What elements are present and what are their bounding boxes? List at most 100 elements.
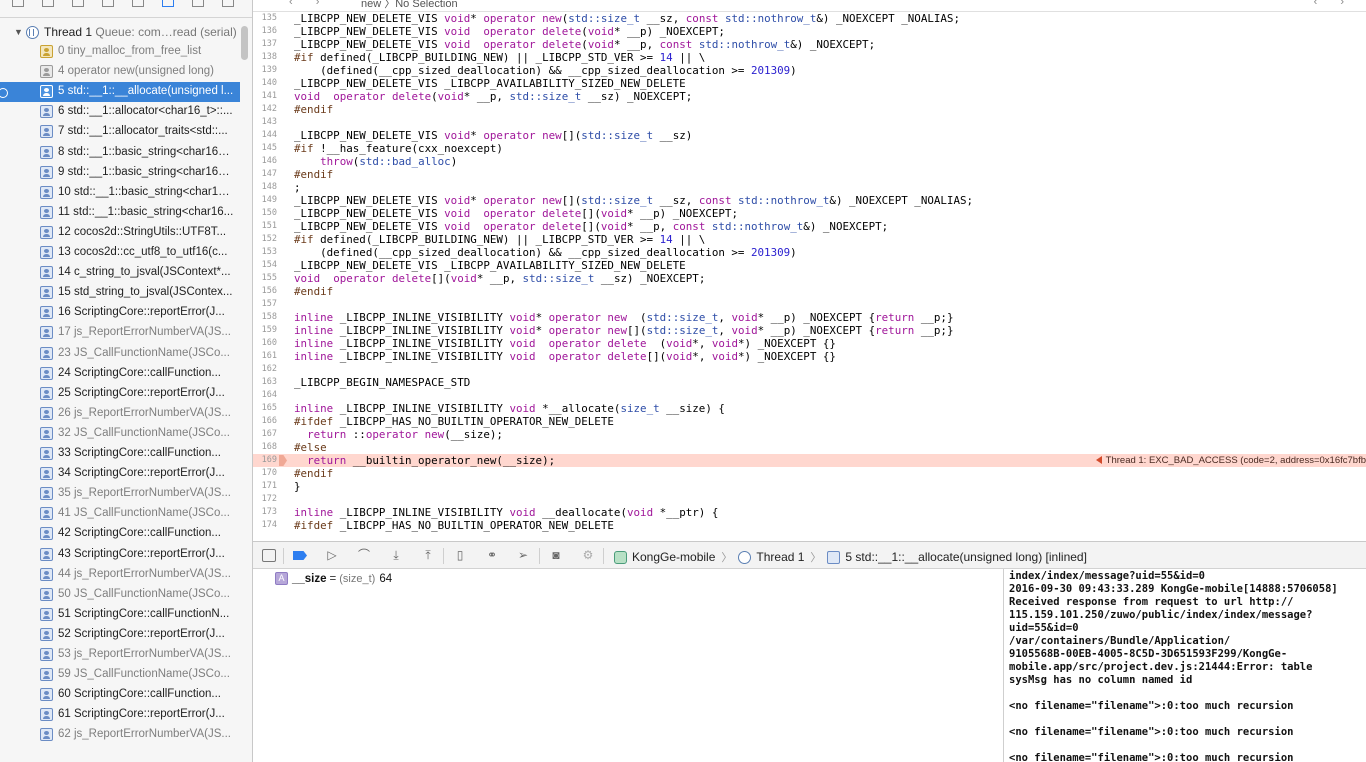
code-line[interactable]: 166 #ifdef _LIBCPP_HAS_NO_BUILTIN_OPERATO… — [253, 415, 1366, 428]
hide-debug-area-icon[interactable] — [261, 548, 277, 563]
line-number[interactable]: 174 — [253, 520, 277, 530]
line-number[interactable]: 145 — [253, 143, 277, 153]
line-number[interactable]: 162 — [253, 364, 277, 374]
code-line[interactable]: 137 _LIBCPP_NEW_DELETE_VIS void operator … — [253, 38, 1366, 51]
stack-frame-row[interactable]: 15 std_string_to_jsval(JSContex... — [0, 283, 240, 303]
code-line[interactable]: 173 inline _LIBCPP_INLINE_VISIBILITY void… — [253, 506, 1366, 519]
code-line[interactable]: 154 _LIBCPP_NEW_DELETE_VIS _LIBCPP_AVAILA… — [253, 259, 1366, 272]
step-into-icon[interactable]: ⤓ — [388, 548, 404, 563]
code-line[interactable]: 160 inline _LIBCPP_INLINE_VISIBILITY void… — [253, 337, 1366, 350]
code-line[interactable]: 163 _LIBCPP_BEGIN_NAMESPACE_STD — [253, 376, 1366, 389]
test-navigator-icon[interactable] — [132, 0, 144, 7]
stack-frame-row[interactable]: 26 js_ReportErrorNumberVA(JS... — [0, 404, 240, 424]
breakpoints-toggle-icon[interactable] — [292, 548, 308, 563]
report-navigator-icon[interactable] — [222, 0, 234, 7]
code-line[interactable]: 172 — [253, 493, 1366, 506]
code-line[interactable]: 140 _LIBCPP_NEW_DELETE_VIS _LIBCPP_AVAILA… — [253, 77, 1366, 90]
disclosure-triangle-icon[interactable]: ▼ — [14, 27, 23, 37]
stack-frame-row[interactable]: 13 cocos2d::cc_utf8_to_utf16(c... — [0, 243, 240, 263]
line-number[interactable]: 137 — [253, 39, 277, 49]
stack-frame-row[interactable]: 44 js_ReportErrorNumberVA(JS... — [0, 565, 240, 585]
line-number[interactable]: 139 — [253, 65, 277, 75]
crumb-app[interactable]: KongGe-mobile — [632, 550, 715, 564]
code-line[interactable]: 149 _LIBCPP_NEW_DELETE_VIS void* operator… — [253, 194, 1366, 207]
code-line[interactable]: 148; — [253, 181, 1366, 194]
source-editor[interactable]: 135 _LIBCPP_NEW_DELETE_VIS void* operator… — [253, 12, 1366, 541]
code-line[interactable]: 143 — [253, 116, 1366, 129]
line-number[interactable]: 164 — [253, 390, 277, 400]
crumb-thread[interactable]: Thread 1 — [756, 550, 804, 564]
code-line[interactable]: 159 inline _LIBCPP_INLINE_VISIBILITY void… — [253, 324, 1366, 337]
stack-frame-row[interactable]: 17 js_ReportErrorNumberVA(JS... — [0, 323, 240, 343]
stack-frame-row[interactable]: 62 js_ReportErrorNumberVA(JS... — [0, 725, 240, 745]
stack-frame-row[interactable]: 35 js_ReportErrorNumberVA(JS... — [0, 484, 240, 504]
stack-frame-row[interactable]: 25 ScriptingCore::reportError(J... — [0, 384, 240, 404]
line-number[interactable]: 154 — [253, 260, 277, 270]
stack-frame-row[interactable]: 4 operator new(unsigned long) — [0, 62, 240, 82]
code-line[interactable]: 165 inline _LIBCPP_INLINE_VISIBILITY void… — [253, 402, 1366, 415]
view-hierarchy-icon[interactable]: ▯ — [452, 548, 468, 563]
line-number[interactable]: 143 — [253, 117, 277, 127]
line-number[interactable]: 170 — [253, 468, 277, 478]
line-number[interactable]: 149 — [253, 195, 277, 205]
code-line[interactable]: 158 inline _LIBCPP_INLINE_VISIBILITY void… — [253, 311, 1366, 324]
line-number[interactable]: 148 — [253, 182, 277, 192]
code-line[interactable]: 161 inline _LIBCPP_INLINE_VISIBILITY void… — [253, 350, 1366, 363]
stack-frame-row[interactable]: 43 ScriptingCore::reportError(J... — [0, 545, 240, 565]
line-number[interactable]: 166 — [253, 416, 277, 426]
stack-frame-row[interactable]: 32 JS_CallFunctionName(JSCo... — [0, 424, 240, 444]
stack-frame-row[interactable]: 34 ScriptingCore::reportError(J... — [0, 464, 240, 484]
stack-frame-row[interactable]: 0 tiny_malloc_from_free_list — [0, 42, 240, 62]
stack-frame-row[interactable]: 9 std::__1::basic_string<char16_... — [0, 163, 240, 183]
stack-frame-row[interactable]: 23 JS_CallFunctionName(JSCo... — [0, 344, 240, 364]
step-over-icon[interactable]: ⌒ — [356, 548, 372, 563]
continue-icon[interactable]: ▷ — [324, 548, 340, 563]
line-number[interactable]: 167 — [253, 429, 277, 439]
issue-navigator-icon[interactable] — [102, 0, 114, 7]
find-navigator-icon[interactable] — [72, 0, 84, 7]
line-number[interactable]: 156 — [253, 286, 277, 296]
jump-bar-breadcrumb[interactable]: new 〉No Selection — [361, 0, 458, 11]
variable-row[interactable]: A __size = (size_t) 64 — [275, 572, 392, 585]
line-number[interactable]: 138 — [253, 52, 277, 62]
code-line[interactable]: 147 #endif — [253, 168, 1366, 181]
stack-frame-row[interactable]: 12 cocos2d::StringUtils::UTF8T... — [0, 223, 240, 243]
stack-frame-row[interactable]: 60 ScriptingCore::callFunction... — [0, 685, 240, 705]
line-number[interactable]: 159 — [253, 325, 277, 335]
pane-divider[interactable] — [1003, 569, 1004, 762]
line-number[interactable]: 168 — [253, 442, 277, 452]
step-out-icon[interactable]: ⤒ — [420, 548, 436, 563]
line-number[interactable]: 155 — [253, 273, 277, 283]
code-line[interactable]: 155 void operator delete[](void* __p, std… — [253, 272, 1366, 285]
stack-frame-row[interactable]: 5 std::__1::__allocate(unsigned l... — [0, 82, 240, 103]
code-line[interactable]: 144 _LIBCPP_NEW_DELETE_VIS void* operator… — [253, 129, 1366, 142]
code-line[interactable]: 164 — [253, 389, 1366, 402]
code-line[interactable]: 171} — [253, 480, 1366, 493]
stack-frame-row[interactable]: 11 std::__1::basic_string<char16... — [0, 203, 240, 223]
code-line[interactable]: 138 #if defined(_LIBCPP_BUILDING_NEW) || … — [253, 51, 1366, 64]
line-number[interactable]: 157 — [253, 299, 277, 309]
exception-annotation[interactable]: Thread 1: EXC_BAD_ACCESS (code=2, addres… — [1091, 454, 1366, 467]
code-line[interactable]: 150 _LIBCPP_NEW_DELETE_VIS void operator … — [253, 207, 1366, 220]
code-line[interactable]: 167 return ::operator new(__size); — [253, 428, 1366, 441]
stack-frame-row[interactable]: 61 ScriptingCore::reportError(J... — [0, 705, 240, 725]
line-number[interactable]: 135 — [253, 13, 277, 23]
back-forward-arrows-icon[interactable]: ‹ › — [289, 0, 329, 8]
error-code-line[interactable]: 169 return __builtin_operator_new(__size… — [253, 454, 1366, 467]
stack-frame-row[interactable]: 59 JS_CallFunctionName(JSCo... — [0, 665, 240, 685]
line-number[interactable]: 169 — [253, 455, 277, 465]
debug-navigator-icon[interactable] — [162, 0, 174, 7]
line-number[interactable]: 144 — [253, 130, 277, 140]
line-number[interactable]: 146 — [253, 156, 277, 166]
code-line[interactable]: 151 _LIBCPP_NEW_DELETE_VIS void operator … — [253, 220, 1366, 233]
line-number[interactable]: 151 — [253, 221, 277, 231]
line-number[interactable]: 140 — [253, 78, 277, 88]
code-line[interactable]: 152 #if defined(_LIBCPP_BUILDING_NEW) || … — [253, 233, 1366, 246]
line-number[interactable]: 153 — [253, 247, 277, 257]
line-number[interactable]: 141 — [253, 91, 277, 101]
issue-arrows-icon[interactable]: ‹ › — [1314, 0, 1354, 8]
stack-frame-row[interactable]: 52 ScriptingCore::reportError(J... — [0, 625, 240, 645]
code-line[interactable]: 145 #if !__has_feature(cxx_noexcept) — [253, 142, 1366, 155]
line-number[interactable]: 142 — [253, 104, 277, 114]
line-number[interactable]: 171 — [253, 481, 277, 491]
